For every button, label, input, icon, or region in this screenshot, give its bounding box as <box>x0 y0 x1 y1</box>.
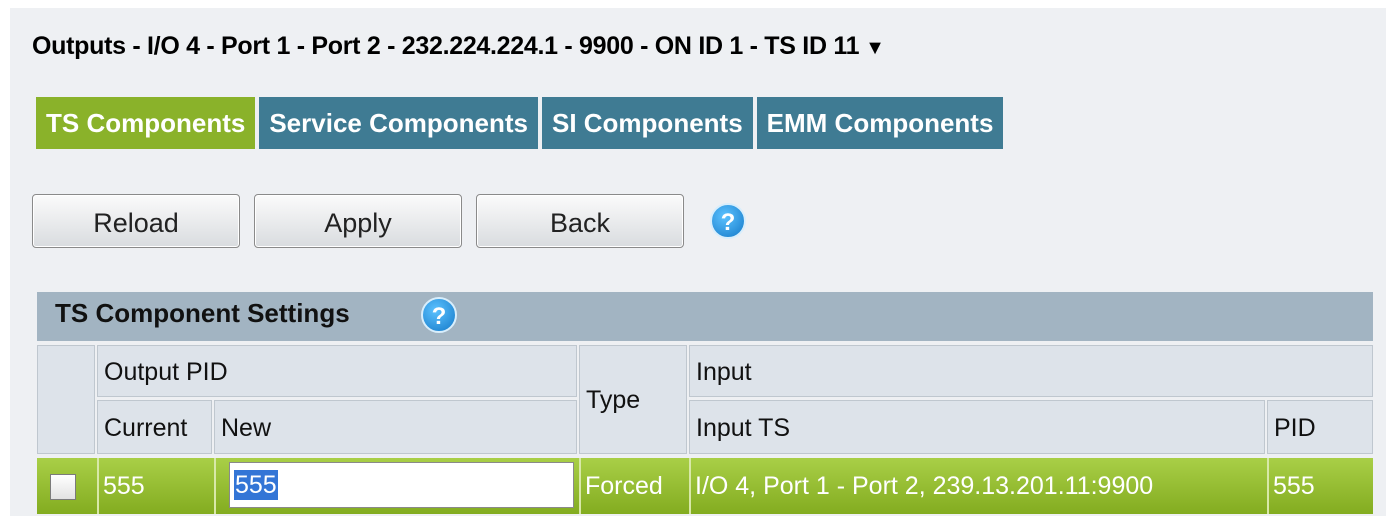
new-pid-input[interactable] <box>229 462 574 508</box>
help-icon[interactable]: ? <box>710 203 746 239</box>
select-column-header <box>37 345 95 454</box>
type-cell: Forced <box>579 458 689 514</box>
tab-service-components[interactable]: Service Components <box>259 97 538 149</box>
input-pid-cell: 555 <box>1267 458 1373 514</box>
row-checkbox[interactable] <box>50 474 76 500</box>
tab-emm-components[interactable]: EMM Components <box>756 97 1004 149</box>
reload-button[interactable]: Reload <box>32 194 240 248</box>
input-ts-cell: I/O 4, Port 1 - Port 2, 239.13.201.11:99… <box>689 458 1267 514</box>
tab-si-components[interactable]: SI Components <box>541 97 753 149</box>
tab-ts-components[interactable]: TS Components <box>36 97 256 149</box>
back-button[interactable]: Back <box>476 194 684 248</box>
settings-help-icon[interactable]: ? <box>421 297 457 333</box>
new-header: New <box>214 400 577 454</box>
settings-title: TS Component Settings <box>55 298 350 328</box>
input-header: Input <box>689 345 1373 397</box>
dropdown-arrow-icon[interactable]: ▼ <box>865 37 885 59</box>
page-title-text: Outputs - I/O 4 - Port 1 - Port 2 - 232.… <box>32 32 860 60</box>
component-tabs: TS Components Service Components SI Comp… <box>36 97 1007 149</box>
input-ts-header: Input TS <box>689 400 1265 454</box>
output-pid-header: Output PID <box>97 345 577 397</box>
current-pid-cell: 555 <box>97 458 214 514</box>
current-header: Current <box>97 400 212 454</box>
type-header: Type <box>579 345 687 454</box>
apply-button[interactable]: Apply <box>254 194 462 248</box>
pid-header: PID <box>1267 400 1373 454</box>
page-title[interactable]: Outputs - I/O 4 - Port 1 - Port 2 - 232.… <box>32 32 885 61</box>
